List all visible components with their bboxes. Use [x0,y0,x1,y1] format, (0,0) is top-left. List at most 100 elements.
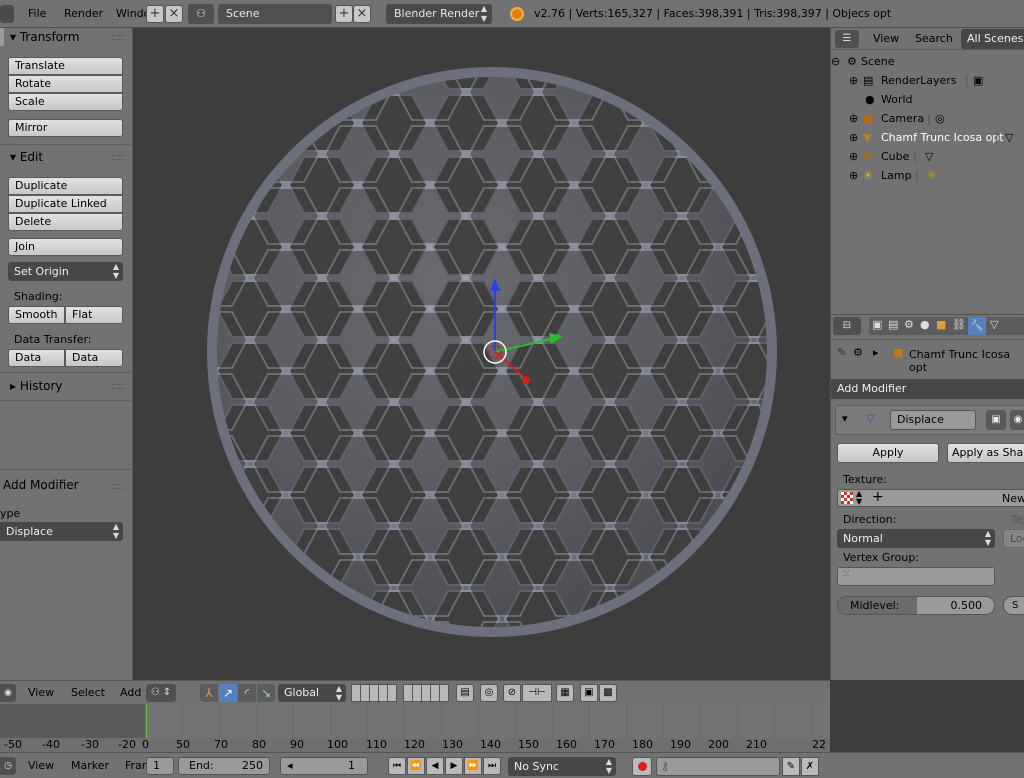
start-frame-field[interactable]: 1 [146,757,174,775]
flat-button[interactable]: Flat [65,306,123,324]
history-panel-title[interactable]: ▸ History [10,379,63,393]
layer-buttons-2[interactable] [403,684,449,702]
expand-icon[interactable]: ⊕ [849,109,858,128]
snap-element-icon[interactable]: ⊣⊢ ⇕ [522,684,552,714]
midlevel-slider[interactable]: Midlevel: 0.500 [837,596,995,615]
expand-icon[interactable]: ⊕ [849,147,858,166]
layer-buttons-1[interactable] [351,684,397,702]
render-icon[interactable]: ▣ [973,71,983,90]
prev-keyframe-icon[interactable]: ⏪ [407,757,425,775]
duplicate-linked-button[interactable]: Duplicate Linked [8,195,123,213]
timeline-marker-menu[interactable]: Marker [71,759,109,772]
jump-start-icon[interactable]: ⏮ [388,757,406,775]
scene-name-field[interactable]: Scene [218,4,332,24]
show-in-render-icon[interactable]: ▣ [986,410,1006,430]
rotate-manipulator-icon[interactable]: ◜ [238,684,256,702]
delete-button[interactable]: Delete [8,213,123,231]
data-transfer-button[interactable]: Data [8,349,65,367]
viewport-view-menu[interactable]: View [28,686,54,699]
snap-toggle-icon[interactable]: ⊘ [503,684,521,702]
direction-dropdown[interactable]: Normal ▲ ▼ [837,529,995,548]
constraints-tab-icon[interactable]: ⛓ [952,318,966,331]
snap-target-icon[interactable]: ▦ [556,684,574,702]
insert-keyframe-icon[interactable]: ✎ [782,757,800,776]
vertex-group-field[interactable]: ⁙ [837,567,995,586]
outliner-item-chamf-trunc-icosa[interactable]: ⊕ ▼ Chamf Trunc Icosa opt | ▽ [831,128,1024,147]
panel-grip-icon[interactable] [112,155,124,160]
remove-layout-button[interactable]: × [165,5,183,23]
manipulator-toggle-icon[interactable]: ⅄ [200,684,218,702]
timeline-ruler[interactable]: -50 -40 -30 -20 0 50 70 80 90 100 110 120 130 140 150 1… [0,738,830,752]
outliner-item-world[interactable]: ● World [831,90,1024,109]
editor-type-icon[interactable]: ◉ [0,684,16,702]
jump-end-icon[interactable]: ⏭ [483,757,501,775]
outliner-search-menu[interactable]: Search [915,32,953,45]
mesh-data-icon[interactable]: ▽ [925,147,933,166]
add-modifier-dropdown[interactable]: Add Modifier [831,379,1024,399]
delete-keyframe-icon[interactable]: ✗ [801,757,819,776]
scene-browse-icon[interactable]: ⚇ [188,4,214,24]
translate-button[interactable]: Translate [8,57,123,75]
browse-arrows-icon[interactable]: ▲ ▼ [856,490,862,506]
editor-type-icon[interactable] [0,5,14,23]
expand-icon[interactable]: ⊕ [849,71,858,90]
renderlayers-tab-icon[interactable]: ▤ [888,318,898,331]
world-tab-icon[interactable]: ● [920,318,930,331]
edit-panel-title[interactable]: ▾ Edit [10,150,43,164]
outliner-item-lamp[interactable]: ⊕ ☀ Lamp | ✺ [831,166,1024,185]
outliner-item-scene[interactable]: ⊖ ⚙ Scene [831,52,1024,71]
collapse-arrow-icon[interactable]: ▾ [842,412,848,425]
lamp-data-icon[interactable]: ✺ [927,166,936,185]
mirror-button[interactable]: Mirror [8,119,123,137]
sync-mode-dropdown[interactable]: No Sync ▲ ▼ [508,757,616,776]
data-layout-button[interactable]: Data Layo [65,349,123,367]
outliner-item-camera[interactable]: ⊕ ■ Camera | ◎ [831,109,1024,128]
panel-grip-icon[interactable] [112,484,124,489]
scene-tab-icon[interactable]: ⚙ [904,318,914,331]
timeline-view-menu[interactable]: View [28,759,54,772]
viewport-select-menu[interactable]: Select [71,686,105,699]
play-reverse-icon[interactable]: ◀ [426,757,444,775]
strength-field[interactable]: S [1003,596,1024,615]
play-icon[interactable]: ▶ [445,757,463,775]
join-button[interactable]: Join [8,238,123,256]
texture-selector[interactable]: ▲ ▼ + New [837,489,1024,507]
scale-manipulator-icon[interactable]: ↘ [257,684,275,702]
scale-button[interactable]: Scale [8,93,123,111]
apply-as-shape-button[interactable]: Apply as Shape [947,443,1024,463]
3d-viewport[interactable] [133,28,830,680]
timeline-editor[interactable]: -50 -40 -30 -20 0 50 70 80 90 100 110 120 130 140 150 1… [0,704,830,752]
editor-type-icon[interactable]: ◷ [0,757,16,775]
modifier-name-field[interactable]: Displace [890,410,976,430]
mesh-render[interactable] [133,28,830,680]
set-origin-dropdown[interactable]: Set Origin ▲ ▼ [8,262,123,281]
opengl-animation-icon[interactable]: ▩ [599,684,617,702]
editor-type-icon[interactable]: ☰ [835,30,859,48]
remove-scene-button[interactable]: × [353,5,371,23]
keying-set-field[interactable]: ⚷ [656,757,780,776]
end-frame-field[interactable]: End: 250 [178,757,270,775]
translate-manipulator-icon[interactable]: ↗ [219,684,237,702]
current-frame-field[interactable]: ◂ 1 [280,757,368,775]
panel-grip-icon[interactable] [112,35,124,40]
apply-button[interactable]: Apply [837,443,939,463]
rotate-button[interactable]: Rotate [8,75,123,93]
panel-grip-icon[interactable] [112,384,124,389]
current-frame-line[interactable] [146,704,147,738]
editor-type-icon[interactable]: ⊟ [833,317,861,335]
outliner-view-menu[interactable]: View [873,32,899,45]
add-layout-button[interactable]: + [146,5,164,23]
camera-data-icon[interactable]: ◎ [935,109,945,128]
object-tab-icon[interactable]: ■ [936,318,946,331]
modifiers-tab-icon[interactable]: 🔧 [968,317,986,335]
expand-icon[interactable]: ⊕ [849,128,858,147]
new-texture-plus-icon[interactable]: + [872,489,884,505]
show-in-viewport-icon[interactable]: ◉ [1010,410,1024,430]
display-mode-dropdown[interactable]: All Scenes [961,29,1024,49]
auto-keying-record-icon[interactable] [632,757,652,776]
mesh-data-icon[interactable]: ▽ [1005,128,1013,147]
collapse-icon[interactable]: ⊖ [831,52,840,71]
smooth-button[interactable]: Smooth [8,306,65,324]
outliner-item-renderlayers[interactable]: ⊕ ▤ RenderLayers | ▣ [831,71,1024,90]
transform-orientation-dropdown[interactable]: Global ▲ ▼ [278,684,346,702]
